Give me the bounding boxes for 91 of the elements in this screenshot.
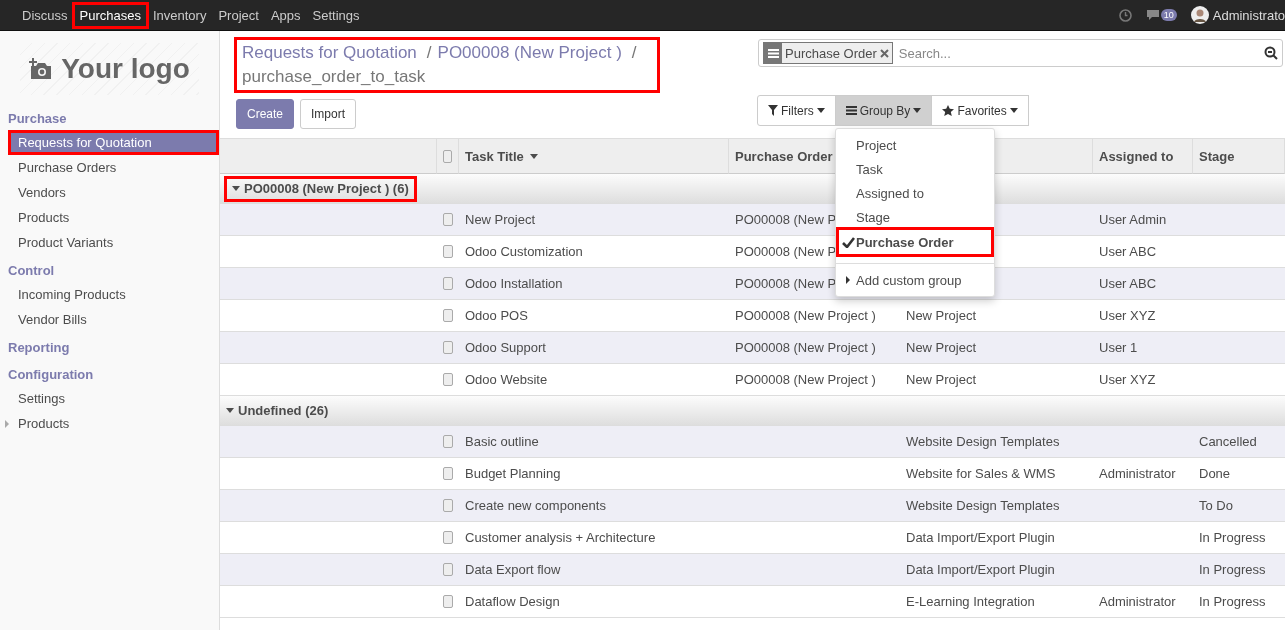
table-cell: New Project <box>900 332 1093 364</box>
caret-icon <box>816 108 825 113</box>
sort-icon <box>529 153 538 159</box>
checkbox[interactable] <box>443 341 453 354</box>
close-icon[interactable] <box>879 48 889 58</box>
table-cell: Data Import/Export Plugin <box>900 554 1093 586</box>
menu-item[interactable]: Project <box>212 3 265 27</box>
caret-icon <box>1009 108 1018 113</box>
checkbox[interactable] <box>443 595 453 608</box>
menu-icon <box>845 106 857 115</box>
search-option-button[interactable]: Group By <box>834 95 933 126</box>
search-option-button[interactable]: Filters <box>757 95 836 126</box>
sidebar-item[interactable]: Products <box>0 411 219 436</box>
table-cell: Basic outline <box>459 426 729 458</box>
import-button[interactable]: Import <box>300 99 357 129</box>
camera-icon <box>29 58 54 80</box>
sidebar-item[interactable]: Vendors <box>0 180 219 205</box>
table-cell: User 1 <box>1093 332 1193 364</box>
sidebar-item[interactable]: Vendor Bills <box>0 307 219 332</box>
table-cell: Data Export flow <box>459 554 729 586</box>
search-option-button[interactable]: Favorites <box>931 95 1029 126</box>
sidebar-item[interactable]: Product Variants <box>0 230 219 255</box>
sidebar-item[interactable]: Products <box>0 205 219 230</box>
caret-icon <box>226 408 234 413</box>
search-icon[interactable] <box>1264 46 1278 60</box>
table-cell: Create new components <box>459 490 729 522</box>
user-name[interactable]: Administrato <box>1212 7 1285 23</box>
caret-icon <box>913 108 922 113</box>
menu-item[interactable]: Settings <box>306 3 366 27</box>
checkbox[interactable] <box>443 373 453 386</box>
checkbox[interactable] <box>443 245 453 258</box>
table-cell: Odoo Support <box>459 332 729 364</box>
sidebar-item[interactable]: Purchase Orders <box>0 155 219 180</box>
checkbox[interactable] <box>443 499 453 512</box>
menu-item[interactable]: Purchases <box>73 3 147 27</box>
filter-icon <box>768 105 778 116</box>
checkbox[interactable] <box>443 467 453 480</box>
table-cell: PO00008 (New Project ) <box>729 332 900 364</box>
checkbox[interactable] <box>443 563 453 576</box>
table-cell: User Admin <box>1093 204 1193 236</box>
breadcrumb-item: purchase_order_to_task <box>242 66 426 88</box>
breadcrumb-separator: / <box>630 42 637 64</box>
menu-item[interactable]: Inventory <box>146 3 213 27</box>
checkbox[interactable] <box>443 213 453 226</box>
breadcrumb-separator: / <box>425 42 432 64</box>
table-cell: Website Design Templates <box>900 490 1093 522</box>
expand-icon <box>846 276 850 284</box>
chat-icon[interactable] <box>1145 9 1160 21</box>
message-count-badge: 10 <box>1160 9 1177 21</box>
checkbox[interactable] <box>443 309 453 322</box>
checkbox[interactable] <box>443 277 453 290</box>
column-header[interactable]: Task Title <box>459 139 729 174</box>
table-cell: Odoo Installation <box>459 268 729 300</box>
menu-item[interactable]: Apps <box>264 3 307 27</box>
sidebar-item[interactable]: Settings <box>0 386 219 411</box>
checkbox[interactable] <box>443 435 453 448</box>
avatar-icon[interactable] <box>1190 6 1209 24</box>
checkbox[interactable] <box>443 149 452 163</box>
check-icon <box>842 236 855 248</box>
section-heading: Reporting <box>7 339 71 357</box>
group-row[interactable]: Undefined (26) <box>220 396 1285 426</box>
section-heading: Configuration <box>7 366 95 384</box>
column-title: Task Title <box>465 148 524 164</box>
menu-item[interactable]: Discuss <box>16 3 74 27</box>
sidebar-item[interactable]: Incoming Products <box>0 282 219 307</box>
caret-icon <box>232 186 240 191</box>
star-icon <box>942 105 955 116</box>
create-button[interactable]: Create <box>236 99 295 129</box>
breadcrumb-item[interactable]: Requests for Quotation <box>242 41 417 65</box>
column-header[interactable]: Assigned to <box>1093 139 1193 174</box>
breadcrumb-item[interactable]: PO00008 (New Project ) <box>437 41 622 65</box>
menu-icon <box>767 48 779 58</box>
table-cell: User ABC <box>1093 268 1193 300</box>
search-field[interactable]: Purchase Order Search... <box>758 39 1283 67</box>
section-heading: Purchase <box>7 110 68 128</box>
sidebar-item[interactable]: Requests for Quotation <box>8 130 219 155</box>
section-heading: Control <box>7 262 56 280</box>
group-title: PO00008 (New Project ) (6) <box>244 181 409 196</box>
table-cell: Cancelled <box>1193 426 1285 458</box>
logo-text: Your logo <box>61 53 190 85</box>
expand-icon <box>5 419 9 428</box>
group-title: Undefined (26) <box>238 403 329 418</box>
menu-item[interactable]: Assigned to <box>836 181 994 205</box>
checkbox[interactable] <box>443 531 453 544</box>
clock-icon[interactable] <box>1118 8 1132 22</box>
table-cell: Website Design Templates <box>900 426 1093 458</box>
table-cell: To Do <box>1193 490 1285 522</box>
table-cell: New Project <box>459 204 729 236</box>
table-cell: In Progress <box>1193 554 1285 586</box>
search-facet[interactable]: Purchase Order <box>763 42 893 64</box>
column-header[interactable]: Stage <box>1193 139 1285 174</box>
